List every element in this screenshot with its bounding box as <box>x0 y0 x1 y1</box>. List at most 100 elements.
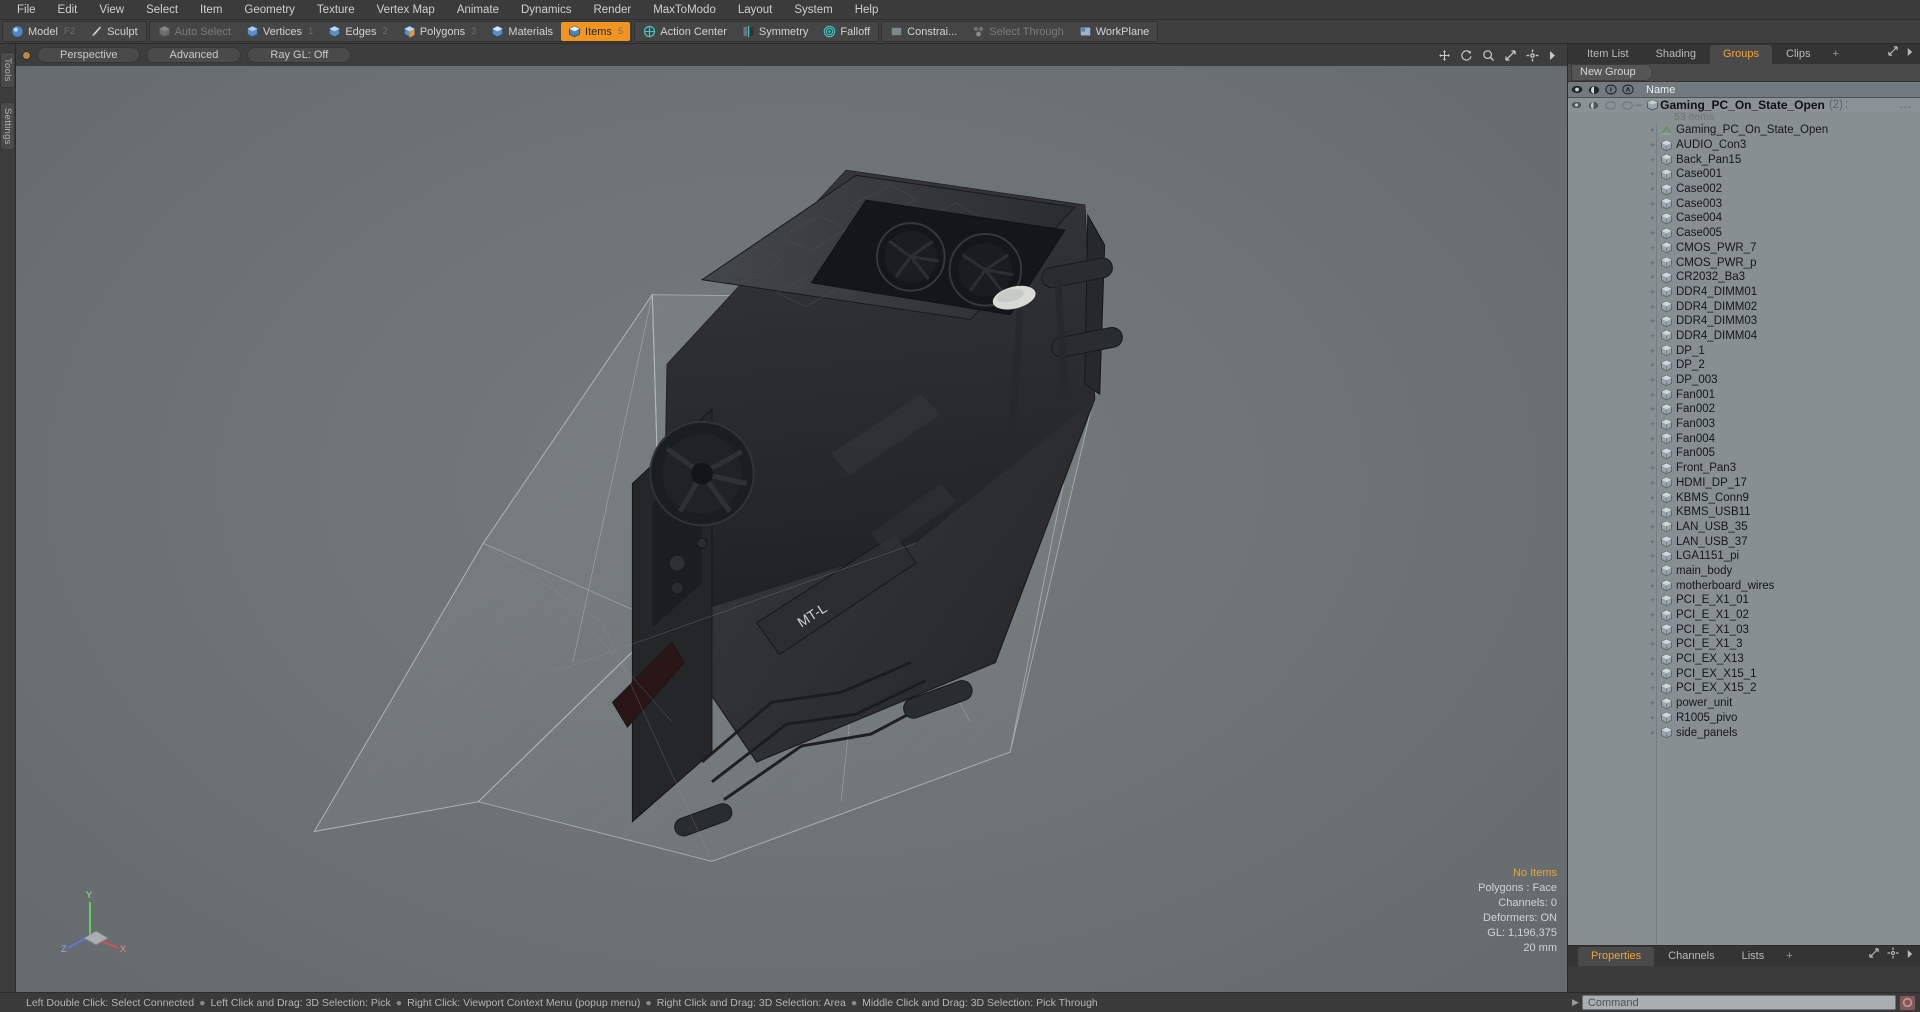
toolbar-button-polygons[interactable]: Polygons 3 <box>396 22 484 41</box>
list-item[interactable]: + power_unit <box>1568 696 1920 711</box>
expand-icon[interactable]: + <box>1650 683 1660 693</box>
expand-icon[interactable]: + <box>1650 522 1660 532</box>
expand-icon[interactable]: + <box>1650 478 1660 488</box>
expand-icon[interactable]: + <box>1650 302 1660 312</box>
expand-icon[interactable]: + <box>1650 493 1660 503</box>
3d-viewport[interactable]: MT-L Y X Z No Items Polygons: Face Chan… <box>16 66 1567 992</box>
menu-item-item[interactable]: Item <box>189 0 233 20</box>
list-item[interactable]: + Fan002 <box>1568 402 1920 417</box>
viewport-shading-mode[interactable]: Advanced <box>146 47 242 63</box>
expand-icon[interactable]: + <box>1650 184 1660 194</box>
menu-item-select[interactable]: Select <box>135 0 189 20</box>
expand-icon[interactable]: + <box>1650 595 1660 605</box>
tab-channels[interactable]: Channels <box>1655 947 1727 966</box>
menu-item-dynamics[interactable]: Dynamics <box>510 0 582 20</box>
list-item[interactable]: + Case004 <box>1568 211 1920 226</box>
list-item[interactable]: + Fan005 <box>1568 446 1920 461</box>
toolbar-button-symmetry[interactable]: Symmetry <box>735 22 816 41</box>
list-item[interactable]: + DP_003 <box>1568 373 1920 388</box>
tab-groups[interactable]: Groups <box>1709 45 1773 64</box>
list-item[interactable]: + Fan001 <box>1568 387 1920 402</box>
list-item[interactable]: + Back_Pan15 <box>1568 152 1920 167</box>
list-item[interactable]: + Case001 <box>1568 167 1920 182</box>
viewport-menu-dot[interactable] <box>22 50 31 60</box>
tab-shading[interactable]: Shading <box>1643 45 1709 64</box>
viewport-raygl-toggle[interactable]: Ray GL: Off <box>247 47 352 63</box>
list-item[interactable]: + Gaming_PC_On_State_Open <box>1568 123 1920 138</box>
menu-item-layout[interactable]: Layout <box>727 0 784 20</box>
gear-icon[interactable] <box>1887 946 1899 964</box>
expand-icon[interactable]: + <box>1650 610 1660 620</box>
list-item[interactable]: + side_panels <box>1568 725 1920 740</box>
list-item[interactable]: + DP_2 <box>1568 358 1920 373</box>
menu-item-maxtomodo[interactable]: MaxToModo <box>642 0 727 20</box>
expand-icon[interactable]: + <box>1650 639 1660 649</box>
expand-icon[interactable] <box>1887 44 1899 62</box>
toolbar-button-vertices[interactable]: Vertices 1 <box>239 22 320 41</box>
new-group-button[interactable]: New Group <box>1571 64 1653 81</box>
expand-icon[interactable]: + <box>1650 669 1660 679</box>
zoom-icon[interactable] <box>1482 49 1495 62</box>
menu-item-edit[interactable]: Edit <box>47 0 89 20</box>
expand-icon[interactable]: + <box>1650 331 1660 341</box>
group-item-list[interactable]: – Gaming_PC_On_State_Open (2) : ... 53 I… <box>1568 98 1920 945</box>
gear-icon[interactable] <box>1526 49 1539 62</box>
list-item[interactable]: + DDR4_DIMM01 <box>1568 285 1920 300</box>
list-item[interactable]: + PCI_E_X1_01 <box>1568 593 1920 608</box>
list-item[interactable]: + LAN_USB_37 <box>1568 534 1920 549</box>
list-item[interactable]: + main_body <box>1568 564 1920 579</box>
expand-icon[interactable]: + <box>1650 316 1660 326</box>
expand-icon[interactable]: + <box>1650 169 1660 179</box>
expand-icon[interactable]: + <box>1650 448 1660 458</box>
expand-icon[interactable]: + <box>1650 654 1660 664</box>
toolbar-button-model[interactable]: Model F2 <box>4 22 82 41</box>
expand-icon[interactable]: + <box>1650 537 1660 547</box>
expand-icon[interactable]: + <box>1650 199 1660 209</box>
tab-clips[interactable]: Clips <box>1773 45 1823 64</box>
expand-icon[interactable]: + <box>1650 551 1660 561</box>
list-item[interactable]: + PCI_E_X1_02 <box>1568 608 1920 623</box>
expand-icon[interactable]: + <box>1650 566 1660 576</box>
toolbar-button-edges[interactable]: Edges 2 <box>321 22 395 41</box>
play-icon[interactable] <box>1906 946 1914 964</box>
list-item[interactable]: + PCI_EX_X15_1 <box>1568 666 1920 681</box>
toolbar-button-auto-select[interactable]: Auto Select <box>151 22 238 41</box>
command-input[interactable] <box>1581 995 1896 1010</box>
list-item[interactable]: + HDMI_DP_17 <box>1568 476 1920 491</box>
group-lock-toggle[interactable] <box>1602 100 1619 110</box>
viewport-view-mode[interactable]: Perspective <box>37 47 141 63</box>
list-item[interactable]: + LGA1151_pi <box>1568 549 1920 564</box>
list-item[interactable]: + Case002 <box>1568 182 1920 197</box>
eye-icon[interactable] <box>1568 85 1585 94</box>
list-item[interactable]: + PCI_EX_X13 <box>1568 652 1920 667</box>
play-icon[interactable] <box>1548 50 1557 61</box>
group-collapse-toggle[interactable]: – <box>1636 99 1642 111</box>
tab-item-list[interactable]: Item List <box>1574 45 1642 64</box>
tab-properties[interactable]: Properties <box>1578 947 1655 966</box>
list-item[interactable]: + PCI_E_X1_3 <box>1568 637 1920 652</box>
sidebar-tab-settings[interactable]: Settings <box>0 101 15 151</box>
expand-icon[interactable]: + <box>1650 434 1660 444</box>
rotate-icon[interactable] <box>1460 49 1473 62</box>
list-item[interactable]: + CMOS_PWR_p <box>1568 255 1920 270</box>
expand-icon[interactable]: + <box>1650 228 1660 238</box>
record-macro-button[interactable] <box>1899 994 1916 1011</box>
toolbar-button-constrai-[interactable]: Constrai... <box>883 22 964 41</box>
expand-icon[interactable]: + <box>1650 625 1660 635</box>
expand-icon[interactable]: + <box>1650 125 1660 135</box>
expand-icon[interactable]: + <box>1650 581 1660 591</box>
list-item[interactable]: + DDR4_DIMM03 <box>1568 314 1920 329</box>
menu-item-file[interactable]: File <box>6 0 47 20</box>
tab-[interactable]: + <box>1824 45 1846 64</box>
list-item[interactable]: + R1005_pivo <box>1568 711 1920 726</box>
expand-icon[interactable]: + <box>1650 360 1660 370</box>
list-item[interactable]: + DP_1 <box>1568 343 1920 358</box>
sidebar-tab-tools[interactable]: Tools <box>0 52 15 88</box>
expand-icon[interactable]: + <box>1650 155 1660 165</box>
toolbar-button-action-center[interactable]: Action Center <box>636 22 734 41</box>
3d-model-gaming-pc[interactable]: MT-L <box>16 66 1567 991</box>
expand-icon[interactable]: + <box>1650 507 1660 517</box>
list-item[interactable]: + LAN_USB_35 <box>1568 520 1920 535</box>
toolbar-button-workplane[interactable]: WorkPlane <box>1072 22 1157 41</box>
expand-icon[interactable]: + <box>1650 140 1660 150</box>
